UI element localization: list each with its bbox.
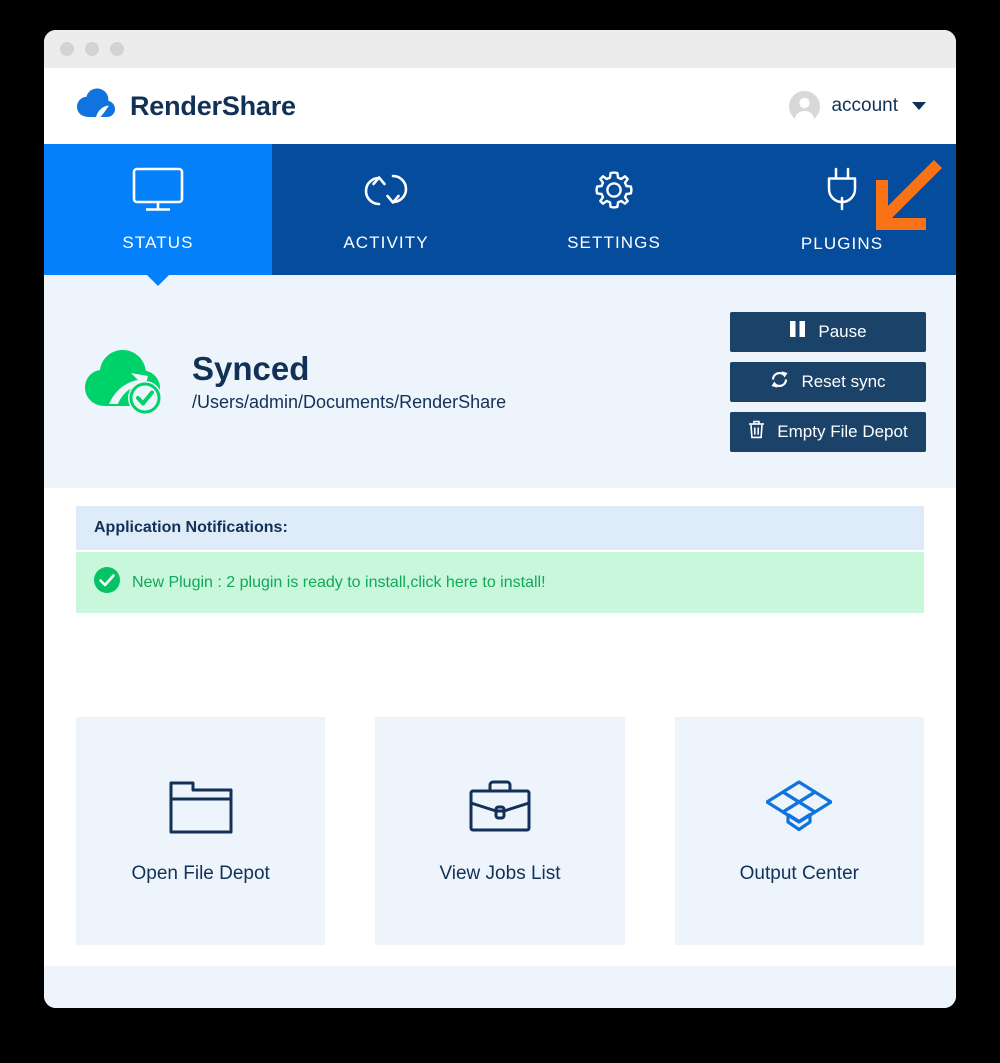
monitor-icon xyxy=(131,166,185,219)
reset-sync-button-label: Reset sync xyxy=(801,371,886,391)
quick-action-cards: Open File Depot View Jobs List Output Ce… xyxy=(44,613,956,945)
close-window-button[interactable] xyxy=(60,42,74,56)
empty-file-depot-button-label: Empty File Depot xyxy=(777,421,908,441)
brand: RenderShare xyxy=(76,88,296,125)
gear-icon xyxy=(590,166,638,219)
card-view-jobs-list[interactable]: View Jobs List xyxy=(375,717,625,945)
minimize-window-button[interactable] xyxy=(85,42,99,56)
tab-label-settings: SETTINGS xyxy=(567,233,661,252)
pause-button[interactable]: Pause xyxy=(730,311,926,352)
sync-status-panel: Synced /Users/admin/Documents/RenderShar… xyxy=(44,275,956,488)
brand-name: RenderShare xyxy=(130,90,296,121)
cloud-logo-icon xyxy=(76,88,116,125)
notification-text: New Plugin : 2 plugin is ready to instal… xyxy=(132,573,546,591)
card-label-output-center: Output Center xyxy=(739,862,859,884)
window-footer xyxy=(44,966,956,1008)
account-label: account xyxy=(831,95,898,116)
card-output-center[interactable]: Output Center xyxy=(674,717,924,945)
empty-file-depot-button[interactable]: Empty File Depot xyxy=(730,411,926,452)
sync-arrows-icon xyxy=(362,166,410,219)
folder-icon xyxy=(168,778,234,841)
tab-activity[interactable]: ACTIVITY xyxy=(272,144,500,275)
card-open-file-depot[interactable]: Open File Depot xyxy=(76,717,326,945)
user-avatar-icon xyxy=(789,90,821,122)
pause-button-label: Pause xyxy=(818,321,867,341)
refresh-icon xyxy=(770,370,789,394)
card-label-view-jobs-list: View Jobs List xyxy=(439,862,561,884)
desktop-background: RenderShare account STATUS ACTIVITY SETT… xyxy=(0,0,1000,1063)
card-label-open-file-depot: Open File Depot xyxy=(131,862,270,884)
tab-status[interactable]: STATUS xyxy=(44,144,272,286)
tab-label-plugins: PLUGINS xyxy=(800,234,884,253)
sync-status-summary: Synced /Users/admin/Documents/RenderShar… xyxy=(82,340,506,423)
sync-actions: Pause Reset sync Empty File Depot xyxy=(730,311,926,452)
notification-item-new-plugin[interactable]: New Plugin : 2 plugin is ready to instal… xyxy=(76,552,924,613)
tab-label-status: STATUS xyxy=(122,233,194,252)
sync-folder-path: /Users/admin/Documents/RenderShare xyxy=(192,391,507,412)
active-tab-pointer xyxy=(146,274,170,286)
pause-icon xyxy=(789,320,806,343)
trash-icon xyxy=(748,420,765,444)
plug-icon xyxy=(818,165,866,220)
window-titlebar xyxy=(44,30,956,68)
chevron-down-icon xyxy=(912,102,926,110)
sync-status-text: Synced /Users/admin/Documents/RenderShar… xyxy=(192,350,506,413)
tab-plugins[interactable]: PLUGINS xyxy=(728,144,956,275)
main-navigation: STATUS ACTIVITY SETTINGS PLUGINS xyxy=(44,144,956,286)
account-menu[interactable]: account xyxy=(789,90,926,122)
notifications-header: Application Notifications: xyxy=(76,506,924,550)
tab-label-activity: ACTIVITY xyxy=(343,233,429,252)
app-header: RenderShare account xyxy=(44,68,956,144)
zoom-window-button[interactable] xyxy=(110,42,124,56)
notifications-section: Application Notifications: New Plugin : … xyxy=(44,488,956,613)
application-window: RenderShare account STATUS ACTIVITY SETT… xyxy=(44,30,956,1008)
reset-sync-button[interactable]: Reset sync xyxy=(730,361,926,402)
tab-settings[interactable]: SETTINGS xyxy=(500,144,728,275)
open-box-icon xyxy=(765,778,833,841)
briefcase-icon xyxy=(467,778,533,841)
green-cloud-check-icon xyxy=(82,340,168,423)
sync-state-label: Synced xyxy=(192,350,310,388)
check-circle-icon xyxy=(94,567,120,598)
